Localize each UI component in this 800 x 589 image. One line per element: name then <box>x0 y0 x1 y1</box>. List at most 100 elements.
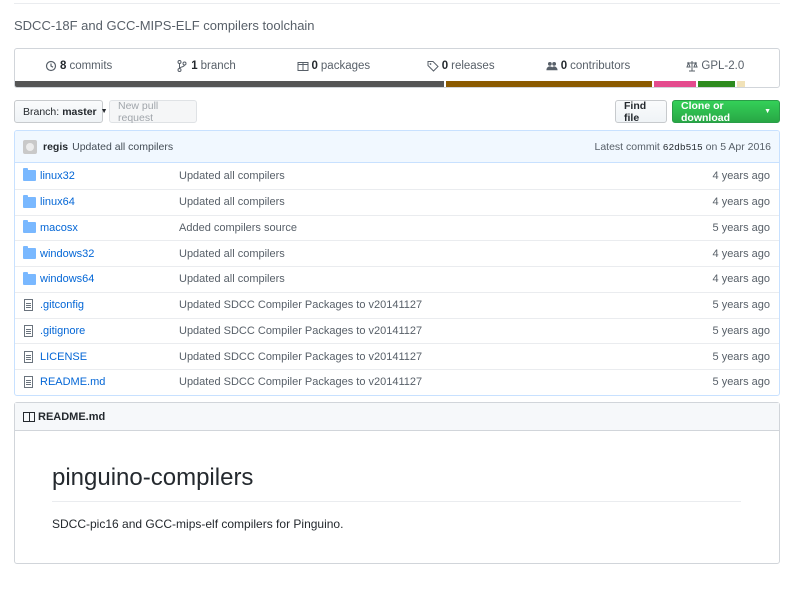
language-bar[interactable] <box>15 81 779 87</box>
repo-description: SDCC-18F and GCC-MIPS-ELF compilers tool… <box>14 18 315 33</box>
commits-label: commits <box>69 60 113 72</box>
branch-label: Branch: <box>23 105 60 118</box>
avatar[interactable] <box>23 139 37 154</box>
file-name-link[interactable]: .gitconfig <box>38 299 179 311</box>
clone-download-label: Clone or download <box>681 99 730 124</box>
caret-down-icon: ▼ <box>100 108 108 115</box>
table-row: macosx Added compilers source 5 years ago <box>15 214 779 241</box>
branches-label: branch <box>200 60 236 72</box>
table-row: README.md Updated SDCC Compiler Packages … <box>15 369 779 395</box>
language-segment[interactable] <box>737 81 745 87</box>
readme-filename: README.md <box>38 410 106 423</box>
file-commit-message[interactable]: Updated all compilers <box>179 248 713 260</box>
file-icon <box>24 299 33 312</box>
file-age: 4 years ago <box>712 273 770 286</box>
history-icon <box>45 60 57 72</box>
repo-summary: 8 commits 1 branch 0 packages 0 releases <box>14 48 780 88</box>
branches-link[interactable]: 1 branch <box>142 60 269 72</box>
table-row: .gitignore Updated SDCC Compiler Packages… <box>15 317 779 344</box>
file-commit-message[interactable]: Updated SDCC Compiler Packages to v20141… <box>179 351 713 363</box>
folder-icon <box>23 220 36 234</box>
latest-commit-prefix: Latest commit <box>594 140 660 153</box>
language-segment[interactable] <box>15 81 444 87</box>
people-icon <box>546 60 558 72</box>
file-name-link[interactable]: windows32 <box>38 248 179 260</box>
file-name-link[interactable]: .gitignore <box>38 325 179 337</box>
file-commit-message[interactable]: Updated all compilers <box>179 170 713 182</box>
file-commit-message[interactable]: Updated all compilers <box>179 196 713 208</box>
license-label: GPL-2.0 <box>701 60 745 72</box>
file-name-link[interactable]: linux32 <box>38 170 179 182</box>
contributors-label: contributors <box>570 60 631 72</box>
packages-link[interactable]: 0 packages <box>270 60 397 72</box>
latest-commit-bar: regis Updated all compilers Latest commi… <box>15 131 779 163</box>
table-row: windows32 Updated all compilers 4 years ag… <box>15 240 779 266</box>
releases-label: releases <box>451 60 495 72</box>
branches-count: 1 <box>191 60 198 72</box>
readme-text: SDCC-pic16 and GCC-mips-elf compilers fo… <box>52 517 344 531</box>
readme-box: README.md pinguino-compilers SDCC-pic16 … <box>14 402 780 564</box>
top-divider <box>14 0 780 4</box>
package-icon <box>297 60 309 72</box>
file-name-link[interactable]: linux64 <box>38 196 179 208</box>
language-segment[interactable] <box>697 81 736 87</box>
table-row: .gitconfig Updated SDCC Compiler Packages… <box>15 291 779 318</box>
packages-count: 0 <box>311 60 318 72</box>
branch-icon <box>176 60 188 72</box>
contributors-count: 0 <box>560 60 568 72</box>
find-file-button[interactable]: Find file <box>615 100 667 124</box>
commits-count: 8 <box>60 60 67 72</box>
tag-icon <box>427 60 439 72</box>
commits-link[interactable]: 8 commits <box>15 60 142 72</box>
folder-icon <box>23 194 36 208</box>
file-age: 5 years ago <box>712 221 770 234</box>
file-icon <box>24 324 33 337</box>
language-segment[interactable] <box>654 81 696 87</box>
releases-count: 0 <box>441 60 449 72</box>
file-name-link[interactable]: windows64 <box>38 273 179 285</box>
file-commit-message[interactable]: Updated all compilers <box>179 273 713 285</box>
book-icon <box>23 411 35 422</box>
latest-commit-info: Latest commit 62db515 on 5 Apr 2016 <box>594 141 771 153</box>
caret-down-icon: ▼ <box>764 108 771 115</box>
file-age: 4 years ago <box>712 169 770 182</box>
file-icon <box>24 376 33 389</box>
readme-header: README.md <box>15 403 779 431</box>
file-age: 5 years ago <box>712 376 770 389</box>
file-commit-message[interactable]: Added compilers source <box>179 222 713 234</box>
language-segment[interactable] <box>445 81 653 87</box>
branch-value: master <box>62 105 97 118</box>
folder-icon <box>23 271 36 285</box>
license-link[interactable]: GPL-2.0 <box>652 60 779 72</box>
commit-sha[interactable]: 62db515 <box>663 142 703 153</box>
folder-icon <box>23 246 36 260</box>
file-age: 5 years ago <box>712 299 770 312</box>
file-name-link[interactable]: README.md <box>38 376 179 388</box>
clone-download-button[interactable]: Clone or download ▼ <box>672 99 780 124</box>
readme-title: pinguino-compilers <box>52 464 254 491</box>
commit-author[interactable]: regis <box>43 141 68 153</box>
file-commit-message[interactable]: Updated SDCC Compiler Packages to v20141… <box>179 325 713 337</box>
releases-link[interactable]: 0 releases <box>397 60 524 72</box>
file-commit-message[interactable]: Updated SDCC Compiler Packages to v20141… <box>179 376 713 388</box>
commit-date: on 5 Apr 2016 <box>705 140 771 153</box>
file-list: regis Updated all compilers Latest commi… <box>14 130 780 396</box>
table-row: LICENSE Updated SDCC Compiler Packages to… <box>15 343 779 369</box>
commit-message[interactable]: Updated all compilers <box>72 141 173 153</box>
packages-label: packages <box>320 60 371 72</box>
table-row: linux64 Updated all compilers 4 years ago <box>15 188 779 215</box>
file-name-link[interactable]: LICENSE <box>38 351 179 363</box>
file-navigation: Branch: master ▼ New pull request Find f… <box>14 100 780 124</box>
branch-select-button[interactable]: Branch: master ▼ <box>14 100 108 123</box>
file-age: 4 years ago <box>712 247 770 260</box>
new-pull-request-button[interactable]: New pull request <box>109 100 197 124</box>
table-row: windows64 Updated all compilers 4 years ag… <box>15 266 779 292</box>
file-name-link[interactable]: macosx <box>38 222 179 234</box>
readme-divider <box>52 501 741 502</box>
contributors-link[interactable]: 0 contributors <box>524 60 651 72</box>
law-icon <box>686 60 699 72</box>
file-commit-message[interactable]: Updated SDCC Compiler Packages to v20141… <box>179 299 713 311</box>
file-icon <box>24 350 33 363</box>
folder-icon <box>23 168 36 182</box>
file-rows: linux32 Updated all compilers 4 years ago l… <box>15 163 779 395</box>
